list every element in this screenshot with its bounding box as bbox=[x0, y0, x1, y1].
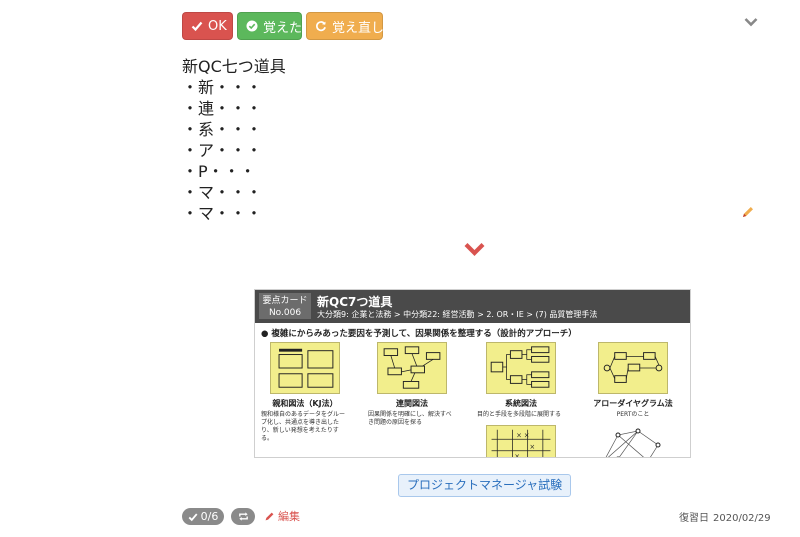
progress-count: 0/6 bbox=[200, 510, 219, 523]
study-card-image: 要点カード No.006 新QC7つ道具 大分類9: 企業と法務 > 中分類22… bbox=[254, 289, 691, 458]
relations-diagram-illustration bbox=[377, 342, 447, 394]
progress-badge: 0/6 bbox=[182, 508, 224, 525]
card-line: ・P・・・ bbox=[182, 162, 256, 181]
chevron-down-icon[interactable] bbox=[744, 16, 758, 28]
tool-name: 系統図法 bbox=[505, 399, 537, 408]
arrow-network-illustration bbox=[598, 425, 668, 457]
tag-project-manager-exam[interactable]: プロジェクトマネージャ試験 bbox=[398, 474, 572, 497]
card-line: ・マ・・・ bbox=[182, 183, 263, 202]
image-header: 要点カード No.006 新QC7つ道具 大分類9: 企業と法務 > 中分類22… bbox=[255, 290, 690, 323]
image-subtitle: ● 複雑にからみあった要因を予測して、因果関係を整理する（設計的アプローチ） bbox=[261, 329, 577, 339]
tool-description: 因果関係を明確にし、解決すべき問題の原因を探る bbox=[368, 411, 452, 426]
tool-relations-diagram: 連関図法 因果関係を明確にし、解決すべき問題の原因を探る bbox=[362, 342, 462, 427]
tool-tree-diagram: 系統図法 目的と手段を多段階に展開する × × × × bbox=[471, 342, 571, 458]
image-title: 新QC7つ道具 bbox=[317, 295, 393, 309]
card-line: ・系・・・ bbox=[182, 120, 263, 139]
review-date: 復習日 2020/02/29 bbox=[679, 509, 771, 524]
remembered-button-label: 覚えた bbox=[263, 20, 303, 36]
relearn-button[interactable]: 覚え直し bbox=[306, 12, 385, 40]
tool-description: 目的と手段を多段階に展開する bbox=[477, 411, 562, 418]
tool-description: PERTのこと bbox=[616, 411, 650, 418]
check-circle-icon bbox=[246, 20, 258, 32]
svg-text:× ×: × × bbox=[516, 431, 529, 439]
image-badge: 要点カード No.006 bbox=[259, 293, 311, 319]
edit-link[interactable]: 編集 bbox=[264, 508, 300, 524]
tree-diagram-illustration bbox=[486, 342, 556, 394]
matrix-diagram-illustration: × × × × bbox=[486, 425, 556, 458]
tool-affinity-diagram: 親和図法（KJ法） 親和様自のあるデータをグループ化し、共通点を導き出したり、新… bbox=[255, 342, 355, 443]
pencil-icon bbox=[265, 512, 274, 520]
tool-arrow-diagram: アローダイヤグラム法 PERTのこと bbox=[583, 342, 683, 457]
arrow-diagram-illustration bbox=[598, 342, 668, 394]
tool-name: 連関図法 bbox=[396, 399, 428, 408]
card-question: 新QC七つ道具 ・新・・・ ・連・・・ ・系・・・ ・ア・・・ ・P・・・ ・マ… bbox=[182, 56, 286, 224]
tool-name: アローダイヤグラム法 bbox=[593, 399, 673, 408]
tool-description: 親和様自のあるデータをグループ化し、共通点を導き出したり、新しい発想を考えたりす… bbox=[261, 411, 346, 442]
repeat-button[interactable] bbox=[231, 508, 255, 525]
review-date-label: 復習日 bbox=[679, 513, 709, 524]
svg-text:×: × bbox=[530, 443, 536, 451]
tool-name: 親和図法（KJ法） bbox=[272, 399, 338, 408]
ok-button[interactable]: OK bbox=[182, 12, 233, 40]
image-breadcrumb: 大分類9: 企業と法務 > 中分類22: 経営活動 > 2. OR・IE > (… bbox=[317, 310, 598, 319]
relearn-button-label: 覚え直し bbox=[332, 20, 385, 36]
repeat-icon bbox=[238, 512, 248, 521]
svg-text:×: × bbox=[514, 452, 520, 458]
card-line: ・新・・・ bbox=[182, 78, 263, 97]
check-icon bbox=[191, 21, 203, 32]
chevron-down-icon[interactable] bbox=[464, 242, 485, 256]
pencil-icon[interactable] bbox=[741, 205, 755, 219]
review-date-value: 2020/02/29 bbox=[713, 513, 771, 524]
card-line: ・連・・・ bbox=[182, 99, 263, 118]
affinity-diagram-illustration bbox=[270, 342, 340, 394]
card-line: ・マ・・・ bbox=[182, 204, 263, 223]
check-icon bbox=[188, 512, 198, 521]
card-line: ・ア・・・ bbox=[182, 141, 263, 160]
card-title: 新QC七つ道具 bbox=[182, 57, 286, 76]
edit-link-label: 編集 bbox=[278, 510, 300, 523]
ok-button-label: OK bbox=[208, 18, 227, 34]
refresh-icon bbox=[316, 21, 326, 32]
remembered-button[interactable]: 覚えた bbox=[237, 12, 302, 40]
